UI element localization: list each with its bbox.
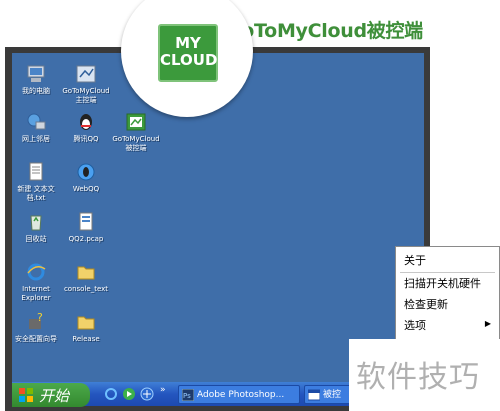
menu-item-scan-hardware[interactable]: 扫描开关机硬件 <box>404 275 481 293</box>
desktop-icon-qq2-pcap[interactable]: QQ2.pcap <box>58 211 114 244</box>
window-icon <box>308 389 320 401</box>
menu-item-options[interactable]: 选项 <box>404 317 426 335</box>
desktop-icon-console-text[interactable]: console_text <box>58 261 114 294</box>
quicklaunch-browser-icon[interactable] <box>140 387 154 401</box>
desktop-icon-new-text-file[interactable]: 新建 文本文 档.txt <box>12 161 64 203</box>
svg-text:?: ? <box>37 311 43 324</box>
desktop-icon-security-wizard[interactable]: ? 安全配置向导 <box>12 311 64 344</box>
quicklaunch-ie-icon[interactable] <box>104 387 118 401</box>
computer-icon <box>27 65 45 82</box>
svg-text:Ps: Ps <box>183 392 191 400</box>
desktop-icon-gotomycloud-client[interactable]: GoToMyCloud 被控端 <box>108 111 164 153</box>
gotomycloud-master-icon <box>76 65 96 83</box>
folder-icon <box>77 266 95 280</box>
desktop-icon-recycle-bin[interactable]: 回收站 <box>12 211 64 244</box>
qq-penguin-icon <box>80 114 92 130</box>
desktop-icon-my-computer[interactable]: 我的电脑 <box>12 63 64 96</box>
file-icon <box>79 212 93 231</box>
desktop-icon-network[interactable]: 网上邻居 <box>12 111 64 144</box>
desktop-icon-tencent-qq[interactable]: 腾讯QQ <box>58 111 114 144</box>
tray-context-menu: 关于 扫描开关机硬件 检查更新 选项 ▶ <box>395 246 500 340</box>
app-title: GoToMyCloud被控端 <box>226 20 423 42</box>
network-icon <box>27 113 46 130</box>
text-file-icon <box>29 162 43 181</box>
menu-separator <box>400 272 495 273</box>
desktop-icon-webqq[interactable]: WebQQ <box>58 161 114 194</box>
desktop-icon-internet-explorer[interactable]: Internet Explorer <box>12 261 64 303</box>
menu-item-check-update[interactable]: 检查更新 <box>404 296 448 314</box>
folder-icon <box>77 316 95 330</box>
taskbar-chevron-icon[interactable]: » <box>160 385 166 395</box>
desktop-icon-gotomycloud-master[interactable]: GoToMyCloud 主控端 <box>58 63 114 105</box>
watermark-text: 软件技巧 <box>356 360 480 395</box>
taskbar-task-client[interactable]: 被控 <box>304 385 352 404</box>
photoshop-icon: Ps <box>182 389 194 401</box>
menu-item-about[interactable]: 关于 <box>404 252 426 270</box>
submenu-arrow-icon: ▶ <box>484 319 491 328</box>
recycle-bin-icon <box>30 215 42 231</box>
mycloud-logo: MY CLOUD <box>158 24 218 82</box>
quicklaunch-media-icon[interactable] <box>122 387 136 401</box>
taskbar-task-photoshop[interactable]: Ps Adobe Photoshop... <box>178 385 300 404</box>
windows-logo-icon <box>19 388 33 402</box>
security-wizard-icon: ? <box>29 311 43 329</box>
internet-explorer-icon <box>27 263 46 281</box>
gotomycloud-client-icon <box>126 113 146 131</box>
desktop-icon-release[interactable]: Release <box>58 311 114 344</box>
start-button[interactable]: 开始 <box>12 383 90 407</box>
webqq-icon <box>77 163 95 181</box>
